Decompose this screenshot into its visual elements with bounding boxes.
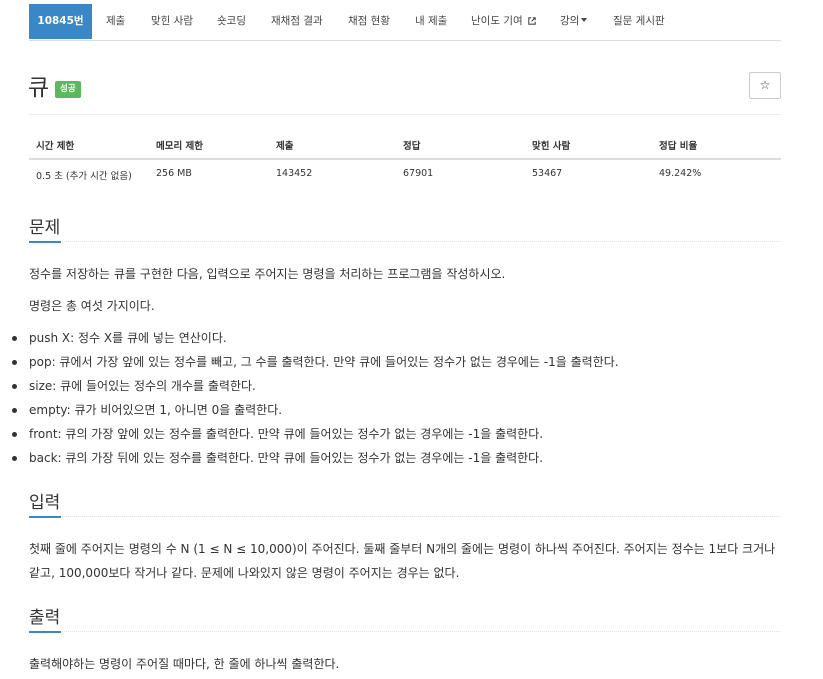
tab-difficulty-label: 난이도 기여 [471, 15, 523, 27]
title-divider [29, 114, 781, 115]
tab-problem[interactable]: 10845번 [29, 4, 92, 39]
input-description: 첫째 줄에 주어지는 명령의 수 N (1 ≤ N ≤ 10,000)이 주어진… [29, 542, 776, 580]
command-size: size: 큐에 들어있는 정수의 개수를 출력한다. [29, 379, 256, 393]
problem-paragraph-1: 정수를 저장하는 큐를 구현한 다음, 입력으로 주어지는 명령을 처리하는 프… [29, 267, 506, 281]
command-back: back: 큐의 가장 뒤에 있는 정수를 출력한다. 만약 큐에 들어있는 정… [29, 451, 544, 465]
output-section-heading: 출력 [29, 608, 61, 628]
command-pop: pop: 큐에서 가장 앞에 있는 정수를 빼고, 그 수를 출력한다. 만약 … [29, 355, 619, 369]
external-link-icon [528, 17, 536, 25]
time-limit-value: 0.5 초 (추가 시간 없음) [36, 171, 132, 182]
tab-my-submissions[interactable]: 내 제출 [415, 4, 447, 39]
tab-lectures[interactable]: 강의 [560, 4, 588, 39]
command-push: push X: 정수 X를 큐에 넣는 연산이다. [29, 331, 227, 345]
status-badge: 성공 [55, 81, 81, 98]
page-title: 큐 [28, 75, 50, 101]
favorite-button[interactable]: ☆ [749, 72, 781, 99]
caret-down-icon [581, 18, 588, 22]
problem-section-heading: 문제 [29, 218, 61, 238]
list-item: push X: 정수 X를 큐에 넣는 연산이다. [12, 326, 619, 350]
list-item: size: 큐에 들어있는 정수의 개수를 출력한다. [12, 374, 619, 398]
tab-qna-board[interactable]: 질문 게시판 [613, 4, 665, 39]
tab-status[interactable]: 채점 현황 [348, 4, 390, 39]
tab-solvers[interactable]: 맞힌 사람 [151, 4, 193, 39]
list-item: back: 큐의 가장 뒤에 있는 정수를 출력한다. 만약 큐에 들어있는 정… [12, 446, 619, 470]
header-submissions: 제출 [276, 141, 294, 152]
problem-page: 10845번 제출 맞힌 사람 숏코딩 재채점 결과 채점 현황 내 제출 난이… [0, 0, 823, 679]
memory-limit-value: 256 MB [156, 168, 192, 179]
problem-tabs: 10845번 제출 맞힌 사람 숏코딩 재채점 결과 채점 현황 내 제출 난이… [29, 4, 781, 41]
header-solvers: 맞힌 사람 [532, 141, 571, 152]
star-icon: ☆ [759, 78, 771, 92]
header-accept-rate: 정답 비율 [659, 141, 698, 152]
command-front: front: 큐의 가장 앞에 있는 정수를 출력한다. 만약 큐에 들어있는 … [29, 427, 544, 441]
command-list: push X: 정수 X를 큐에 넣는 연산이다. pop: 큐에서 가장 앞에… [12, 326, 619, 470]
input-section-divider [29, 516, 781, 518]
accepted-value: 67901 [403, 168, 434, 179]
list-item: pop: 큐에서 가장 앞에 있는 정수를 빼고, 그 수를 출력한다. 만약 … [12, 350, 619, 374]
list-item: front: 큐의 가장 앞에 있는 정수를 출력한다. 만약 큐에 들어있는 … [12, 422, 619, 446]
tab-rejudge-results[interactable]: 재채점 결과 [271, 4, 323, 39]
tab-lectures-label: 강의 [560, 15, 580, 27]
output-description: 출력해야하는 명령이 주어질 때마다, 한 줄에 하나씩 출력한다. [29, 657, 340, 671]
tab-short-coding[interactable]: 숏코딩 [217, 4, 246, 39]
accept-rate-value: 49.242% [659, 168, 702, 179]
header-accepted: 정답 [403, 141, 421, 152]
tab-difficulty-contribution[interactable]: 난이도 기여 [471, 4, 536, 39]
command-empty: empty: 큐가 비어있으면 1, 아니면 0을 출력한다. [29, 403, 283, 417]
solvers-value: 53467 [532, 168, 563, 179]
header-time-limit: 시간 제한 [36, 141, 75, 152]
table-header-divider [29, 158, 781, 160]
list-item: empty: 큐가 비어있으면 1, 아니면 0을 출력한다. [12, 398, 619, 422]
problem-section-divider [29, 241, 781, 243]
submissions-value: 143452 [276, 168, 313, 179]
header-memory-limit: 메모리 제한 [156, 141, 204, 152]
input-section-heading: 입력 [29, 493, 61, 513]
output-section-divider [29, 631, 781, 633]
tab-submit[interactable]: 제출 [106, 4, 125, 39]
problem-paragraph-2: 명령은 총 여섯 가지이다. [29, 299, 155, 313]
